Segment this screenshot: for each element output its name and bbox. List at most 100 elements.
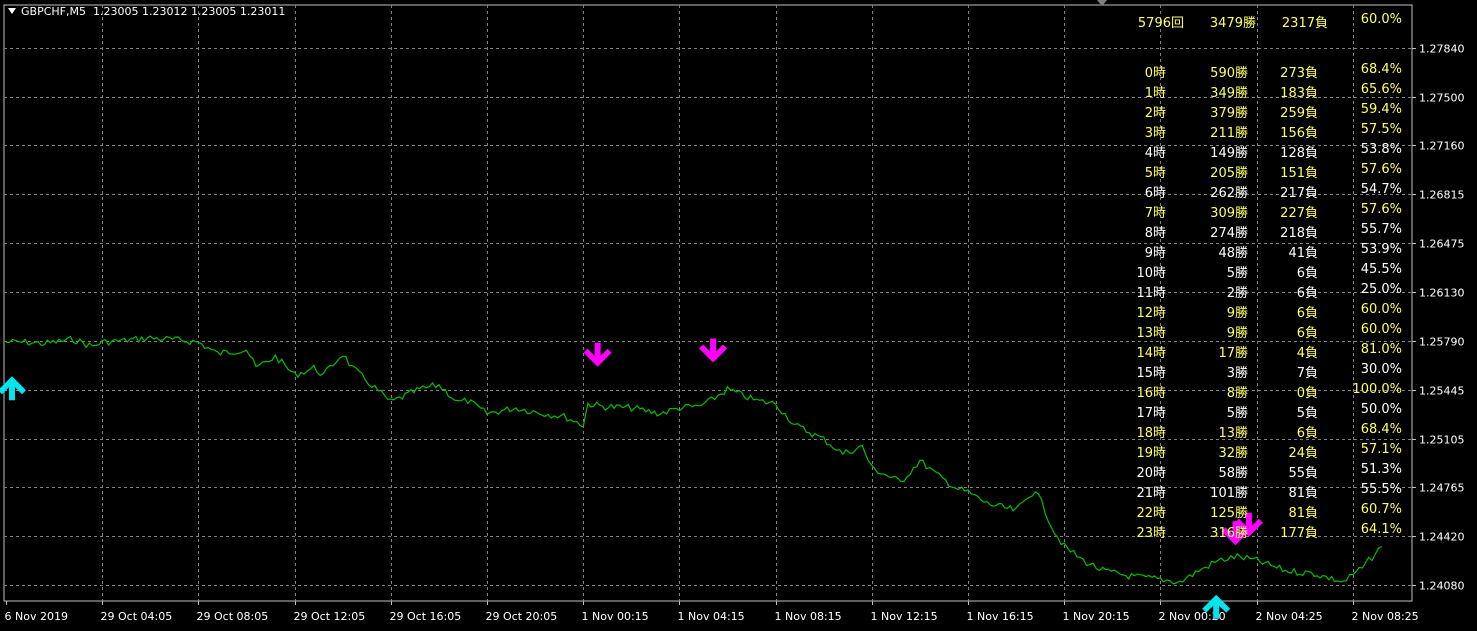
stats-row-rate: 57.1% <box>1360 442 1402 457</box>
chart-canvas: 1.27840 1.27500 1.27160 1.26815 1.26475 1.261… <box>0 4 1465 623</box>
price-line <box>5 335 1382 585</box>
stats-row-rate: 55.5% <box>1360 482 1402 497</box>
stats-row-hour: 4時 <box>1144 146 1166 161</box>
stats-row-wins: 5勝 <box>1226 266 1248 281</box>
collapse-triangle-icon[interactable] <box>8 8 16 14</box>
stats-row-rate: 81.0% <box>1360 342 1402 357</box>
stats-row-wins: 590勝 <box>1210 66 1248 81</box>
stats-row-wins: 149勝 <box>1210 146 1248 161</box>
stats-row-wins: 205勝 <box>1210 166 1248 181</box>
stats-row-wins: 379勝 <box>1210 106 1248 121</box>
x-tick-label: 1 Nov 04:15 <box>678 610 745 623</box>
stats-row-wins: 211勝 <box>1210 126 1248 141</box>
stats-row-rate: 59.4% <box>1360 102 1402 117</box>
stats-row-losses: 6負 <box>1296 326 1318 341</box>
x-tick-label: 29 Oct 08:05 <box>197 610 269 623</box>
y-tick-label: 1.27840 <box>1419 43 1465 56</box>
stats-summary-rate: 60.0% <box>1360 12 1402 27</box>
stats-row-losses: 273負 <box>1280 66 1318 81</box>
price-chart[interactable]: 1.27840 1.27500 1.27160 1.26815 1.26475 1.261… <box>0 0 1477 631</box>
chart-shift-marker-icon[interactable] <box>1097 0 1107 6</box>
ohlc-readout: 1.23005 1.23012 1.23005 1.23011 <box>92 5 286 18</box>
y-tick-label: 1.24765 <box>1419 482 1465 495</box>
stats-row-losses: 24負 <box>1288 446 1318 461</box>
stats-row-wins: 9勝 <box>1226 306 1248 321</box>
stats-row-losses: 227負 <box>1280 206 1318 221</box>
x-tick-label: 29 Oct 04:05 <box>101 610 173 623</box>
stats-row-hour: 14時 <box>1136 346 1166 361</box>
stats-row-rate: 50.0% <box>1360 402 1402 417</box>
stats-summary-losses: 2317負 <box>1281 16 1328 31</box>
stats-row-losses: 41負 <box>1288 246 1318 261</box>
stats-row-wins: 5勝 <box>1226 406 1248 421</box>
stats-row-hour: 3時 <box>1144 126 1166 141</box>
x-tick-label: 29 Oct 12:05 <box>294 610 366 623</box>
stats-row-wins: 2勝 <box>1226 286 1248 301</box>
sell-arrow-icon <box>699 338 728 363</box>
stats-row-wins: 101勝 <box>1210 486 1248 501</box>
stats-row-rate: 57.5% <box>1360 122 1402 137</box>
stats-row-wins: 125勝 <box>1210 506 1248 521</box>
stats-row-wins: 274勝 <box>1210 226 1248 241</box>
y-tick-label: 1.24080 <box>1419 580 1465 593</box>
y-tick-label: 1.27500 <box>1419 92 1465 105</box>
stats-row-hour: 10時 <box>1136 266 1166 281</box>
stats-row-wins: 3勝 <box>1226 366 1248 381</box>
x-tick-label: 6 Nov 2019 <box>5 610 68 623</box>
stats-row-rate: 53.9% <box>1360 242 1402 257</box>
stats-row-losses: 6負 <box>1296 266 1318 281</box>
stats-summary-wins: 3479勝 <box>1209 16 1256 31</box>
stats-row-hour: 19時 <box>1136 446 1166 461</box>
stats-row-losses: 81負 <box>1288 486 1318 501</box>
stats-row-hour: 0時 <box>1144 66 1166 81</box>
y-tick-label: 1.26815 <box>1419 189 1465 202</box>
stats-row-losses: 81負 <box>1288 506 1318 521</box>
stats-row-hour: 5時 <box>1144 166 1166 181</box>
stats-row-losses: 4負 <box>1296 346 1318 361</box>
stats-row-hour: 18時 <box>1136 426 1166 441</box>
stats-row-hour: 6時 <box>1144 186 1166 201</box>
x-tick-label: 2 Nov 04:25 <box>1256 610 1323 623</box>
stats-row-rate: 54.7% <box>1360 182 1402 197</box>
x-tick-label: 1 Nov 08:15 <box>775 610 842 623</box>
stats-row-hour: 11時 <box>1136 286 1166 301</box>
stats-row-rate: 45.5% <box>1360 262 1402 277</box>
stats-row-wins: 17勝 <box>1218 346 1248 361</box>
stats-row-wins: 262勝 <box>1210 186 1248 201</box>
stats-row-rate: 25.0% <box>1360 282 1402 297</box>
stats-row-wins: 9勝 <box>1226 326 1248 341</box>
stats-row-rate: 53.8% <box>1360 142 1402 157</box>
stats-row-losses: 6負 <box>1296 426 1318 441</box>
stats-row-wins: 48勝 <box>1218 246 1248 261</box>
stats-row-rate: 100.0% <box>1352 382 1402 397</box>
y-tick-label: 1.25105 <box>1419 434 1465 447</box>
x-tick-label: 1 Nov 00:15 <box>582 610 649 623</box>
x-tick-label: 2 Nov 08:25 <box>1352 610 1419 623</box>
stats-row-rate: 60.0% <box>1360 322 1402 337</box>
plot-frame <box>3 4 1413 602</box>
stats-row-rate: 68.4% <box>1360 62 1402 77</box>
y-tick-label: 1.25790 <box>1419 336 1465 349</box>
x-tick-label: 29 Oct 20:05 <box>486 610 558 623</box>
stats-row-losses: 177負 <box>1280 526 1318 541</box>
x-tick-label: 1 Nov 16:15 <box>967 610 1034 623</box>
chart-header: GBPCHF,M5 1.23005 1.23012 1.23005 1.2301… <box>8 5 285 18</box>
stats-row-losses: 7負 <box>1296 366 1318 381</box>
stats-row-rate: 55.7% <box>1360 222 1402 237</box>
stats-row-losses: 0負 <box>1296 386 1318 401</box>
y-tick-label: 1.26475 <box>1419 238 1465 251</box>
stats-row-losses: 217負 <box>1280 186 1318 201</box>
stats-row-hour: 23時 <box>1136 526 1166 541</box>
y-tick-label: 1.27160 <box>1419 140 1465 153</box>
stats-row-hour: 21時 <box>1136 486 1166 501</box>
y-tick-label: 1.26130 <box>1419 287 1465 300</box>
stats-row-hour: 15時 <box>1136 366 1166 381</box>
x-tick-label: 1 Nov 12:15 <box>871 610 938 623</box>
stats-row-rate: 57.6% <box>1360 162 1402 177</box>
stats-row-rate: 64.1% <box>1360 522 1402 537</box>
stats-row-losses: 218負 <box>1280 226 1318 241</box>
stats-row-hour: 16時 <box>1136 386 1166 401</box>
x-tick-label: 1 Nov 20:15 <box>1063 610 1130 623</box>
stats-row-losses: 259負 <box>1280 106 1318 121</box>
x-tick-label: 29 Oct 16:05 <box>390 610 462 623</box>
